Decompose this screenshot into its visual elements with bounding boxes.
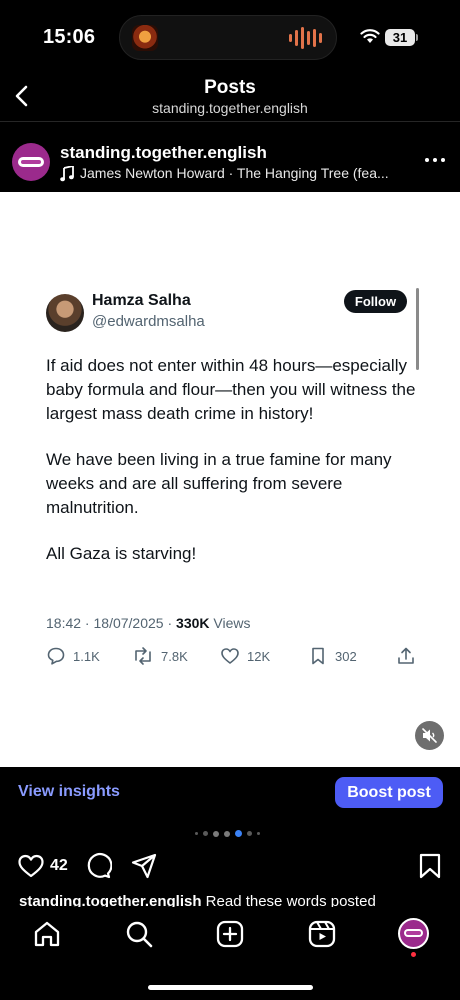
tweet-paragraph: We have been living in a true famine for… [46, 450, 392, 517]
home-indicator[interactable] [148, 985, 313, 990]
boost-post-button[interactable]: Boost post [335, 777, 443, 808]
battery-indicator: 31 [385, 29, 415, 46]
tweet-heart-icon [221, 648, 239, 664]
tweet-author-avatar [46, 294, 84, 332]
insights-row: View insights Boost post [0, 767, 460, 817]
author-username[interactable]: standing.together.english [60, 143, 267, 163]
status-bar: 15:06 31 [0, 0, 460, 74]
tweet-reposts: 7.8K [132, 646, 188, 666]
tweet-reposts-count: 7.8K [161, 648, 188, 664]
tweet-stats: 1.1K 7.8K 12K 302 [46, 646, 418, 668]
now-playing-app-icon [132, 25, 158, 51]
tweet-scrollbar [416, 288, 419, 370]
music-attribution[interactable]: James Newton Howard · The Hanging Tree (… [80, 165, 389, 181]
tweet-bookmarks-count: 302 [335, 648, 357, 664]
post-media[interactable]: Hamza Salha @edwardmsalha Follow If aid … [0, 192, 460, 767]
tweet-likes: 12K [220, 646, 270, 666]
repost-icon [135, 647, 151, 665]
create-post-icon[interactable] [215, 919, 245, 949]
tweet-replies-count: 1.1K [73, 648, 100, 664]
save-bookmark-icon[interactable] [418, 852, 442, 880]
comment-icon[interactable] [84, 852, 112, 880]
tweet-replies: 1.1K [46, 646, 100, 666]
tweet-views-label: Views [213, 615, 251, 631]
speaker-muted-icon [422, 728, 437, 743]
dynamic-island[interactable] [119, 15, 337, 60]
like-count[interactable]: 42 [50, 857, 68, 875]
tweet-views-count: 330K [176, 615, 210, 631]
tweet-meta: 18:42 · 18/07/2025 · 330K Views [46, 615, 251, 631]
tweet-paragraph: All Gaza is starving! [46, 544, 197, 563]
author-avatar[interactable] [12, 143, 50, 181]
audio-muted-button[interactable] [415, 721, 444, 750]
view-insights-link[interactable]: View insights [18, 783, 120, 801]
reels-icon[interactable] [307, 919, 337, 949]
tweet-date: 18/07/2025 [93, 615, 164, 631]
tweet-author-name: Hamza Salha [92, 292, 191, 309]
reply-icon [47, 647, 65, 665]
post-caption[interactable]: standing.together.english Read these wor… [19, 893, 449, 907]
notification-dot [411, 952, 416, 957]
battery-nub [416, 34, 418, 41]
post-author-row: standing.together.english James Newton H… [0, 122, 460, 192]
caption-text: Read these words posted [201, 893, 376, 907]
tweet-paragraph: If aid does not enter within 48 hours—es… [46, 356, 416, 423]
music-note-icon [60, 166, 74, 182]
tweet-bookmarks: 302 [308, 646, 357, 666]
clock: 15:06 [43, 26, 96, 48]
post-action-bar: 42 [0, 848, 460, 884]
search-icon[interactable] [124, 919, 154, 949]
tweet-time: 18:42 [46, 615, 82, 631]
tweet-likes-count: 12K [247, 648, 271, 664]
more-options-icon[interactable] [425, 158, 445, 162]
avatar-logo [404, 929, 423, 937]
tweet-bookmark-icon [312, 647, 324, 665]
tweet-follow-badge: Follow [344, 290, 407, 313]
page-subtitle[interactable]: standing.together.english [0, 100, 460, 116]
page-title: Posts [204, 77, 256, 98]
tweet-author-handle: @edwardmsalha [92, 313, 205, 330]
avatar-logo [18, 157, 44, 167]
tweet-share-icon [398, 647, 414, 664]
audio-waveform-icon [289, 27, 322, 49]
caption-username[interactable]: standing.together.english [19, 893, 202, 907]
carousel-indicator [195, 830, 260, 837]
share-send-icon[interactable] [130, 852, 158, 880]
home-icon[interactable] [32, 919, 62, 949]
like-heart-icon[interactable] [17, 852, 45, 880]
tweet-text: If aid does not enter within 48 hours—es… [46, 354, 416, 588]
profile-tab-avatar[interactable] [398, 918, 429, 949]
page-header: Posts standing.together.english [0, 74, 460, 122]
wifi-icon [360, 29, 380, 43]
